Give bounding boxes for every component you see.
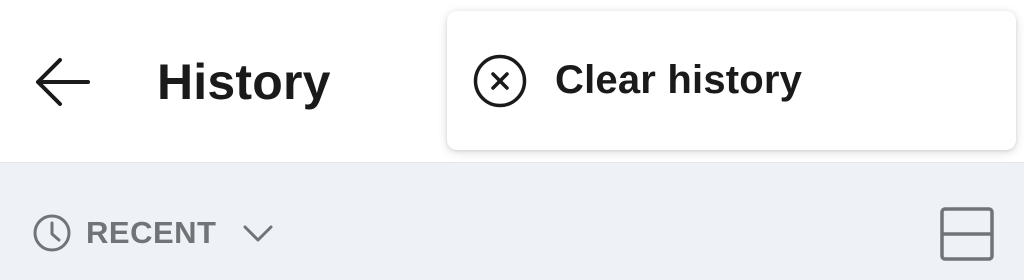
split-layout-icon: [940, 207, 994, 261]
clear-history-label: Clear history: [555, 58, 803, 102]
layout-toggle-button[interactable]: [937, 204, 997, 264]
recent-filter-dropdown[interactable]: RECENT: [28, 208, 278, 258]
history-toolbar: RECENT: [0, 162, 1024, 280]
close-circle-icon: [471, 52, 529, 110]
clear-history-menu-item[interactable]: Clear history: [447, 11, 1016, 150]
chevron-down-icon: [238, 213, 278, 253]
overflow-menu: Clear history: [447, 11, 1016, 150]
clock-icon: [28, 209, 76, 257]
arrow-left-icon: [36, 58, 90, 106]
page-title: History: [157, 54, 331, 110]
recent-filter-label: RECENT: [86, 215, 217, 250]
back-button[interactable]: [26, 46, 98, 118]
